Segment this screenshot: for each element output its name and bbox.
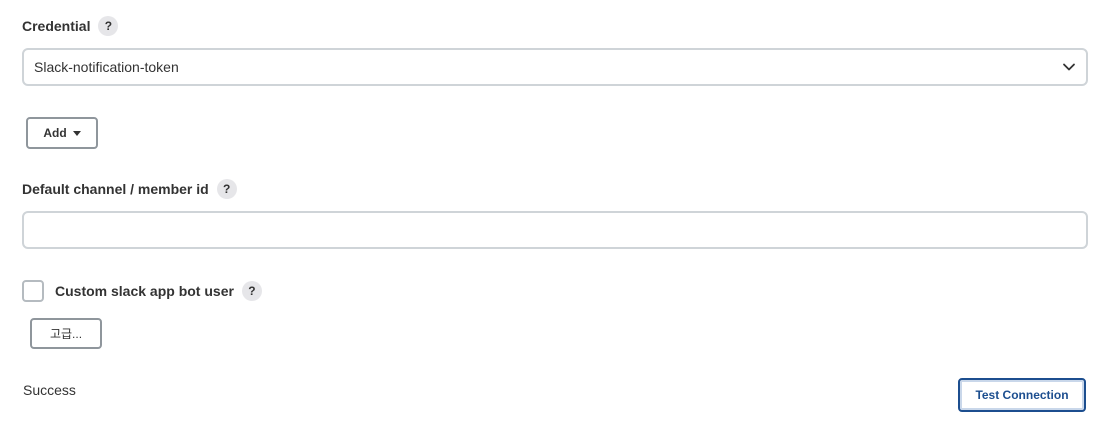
- default-channel-input[interactable]: [22, 211, 1088, 249]
- chevron-down-icon: [1063, 63, 1075, 71]
- advanced-button-label: 고급...: [49, 327, 83, 341]
- connection-status-text: Success: [23, 382, 76, 398]
- custom-bot-label-row: Custom slack app bot user ?: [55, 281, 262, 301]
- credential-label: Credential: [22, 18, 91, 34]
- custom-bot-checkbox[interactable]: [22, 280, 44, 302]
- test-connection-label: Test Connection: [975, 388, 1069, 402]
- test-connection-button[interactable]: Test Connection: [958, 378, 1086, 412]
- default-channel-help-icon[interactable]: ?: [216, 179, 237, 199]
- slack-config-panel: Credential ? Slack-notification-token Ad…: [0, 0, 1114, 429]
- custom-bot-label: Custom slack app bot user: [55, 283, 234, 299]
- add-credential-button[interactable]: Add: [26, 117, 98, 149]
- default-channel-label-row: Default channel / member id ?: [22, 179, 237, 199]
- caret-down-icon: [72, 130, 81, 136]
- advanced-button[interactable]: 고급...: [30, 318, 102, 349]
- credential-label-row: Credential ?: [22, 16, 119, 36]
- credential-select[interactable]: Slack-notification-token: [22, 48, 1088, 86]
- add-button-label: Add: [43, 126, 67, 140]
- credential-help-icon[interactable]: ?: [98, 16, 119, 36]
- credential-select-value: Slack-notification-token: [34, 59, 179, 75]
- custom-bot-help-icon[interactable]: ?: [241, 281, 262, 301]
- default-channel-label: Default channel / member id: [22, 181, 209, 197]
